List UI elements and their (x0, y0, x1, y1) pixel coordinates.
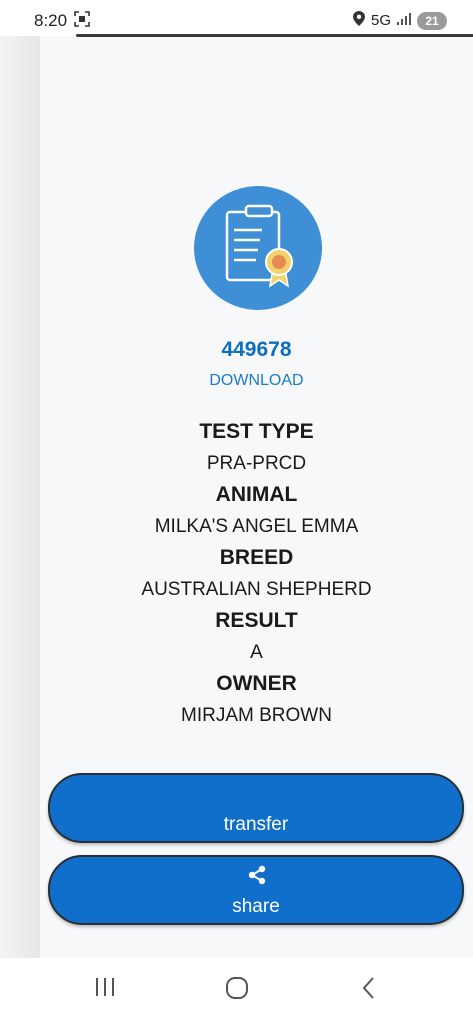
status-time: 8:20 (34, 11, 68, 30)
screenshot-icon (74, 11, 90, 32)
share-button[interactable]: share (48, 855, 464, 925)
result-value: A (250, 642, 263, 663)
certificate-detail-panel: 449678 DOWNLOAD TEST TYPE PRA-PRCD ANIMA… (40, 34, 473, 958)
recent-apps-icon[interactable] (94, 976, 116, 1003)
battery-badge: 21 (417, 11, 447, 30)
home-icon[interactable] (225, 976, 249, 1005)
breed-label: BREED (219, 546, 294, 569)
status-bar: 8:20 5G 21 (0, 0, 473, 36)
location-icon (352, 11, 365, 30)
transfer-label: transfer (223, 814, 289, 835)
divider (76, 34, 473, 37)
owner-label: OWNER (216, 672, 297, 695)
back-icon[interactable] (360, 976, 378, 1005)
owner-value: MIRJAM BROWN (181, 705, 332, 726)
transfer-button[interactable]: transfer (48, 773, 464, 843)
result-label: RESULT (215, 609, 298, 632)
certificate-number: 449678 (221, 338, 292, 361)
animal-label: ANIMAL (215, 483, 298, 506)
test-type-label: TEST TYPE (199, 420, 314, 443)
side-edge (0, 36, 40, 958)
navigation-bar (0, 958, 473, 1024)
certificate-icon (194, 186, 322, 310)
network-type: 5G (370, 12, 391, 29)
animal-value: MILKA'S ANGEL EMMA (154, 516, 359, 537)
download-link[interactable]: DOWNLOAD (40, 372, 473, 390)
breed-value: AUSTRALIAN SHEPHERD (141, 579, 372, 600)
share-icon (247, 865, 267, 890)
test-type-value: PRA-PRCD (206, 453, 307, 474)
signal-icon (397, 12, 411, 29)
share-label: share (232, 896, 280, 917)
